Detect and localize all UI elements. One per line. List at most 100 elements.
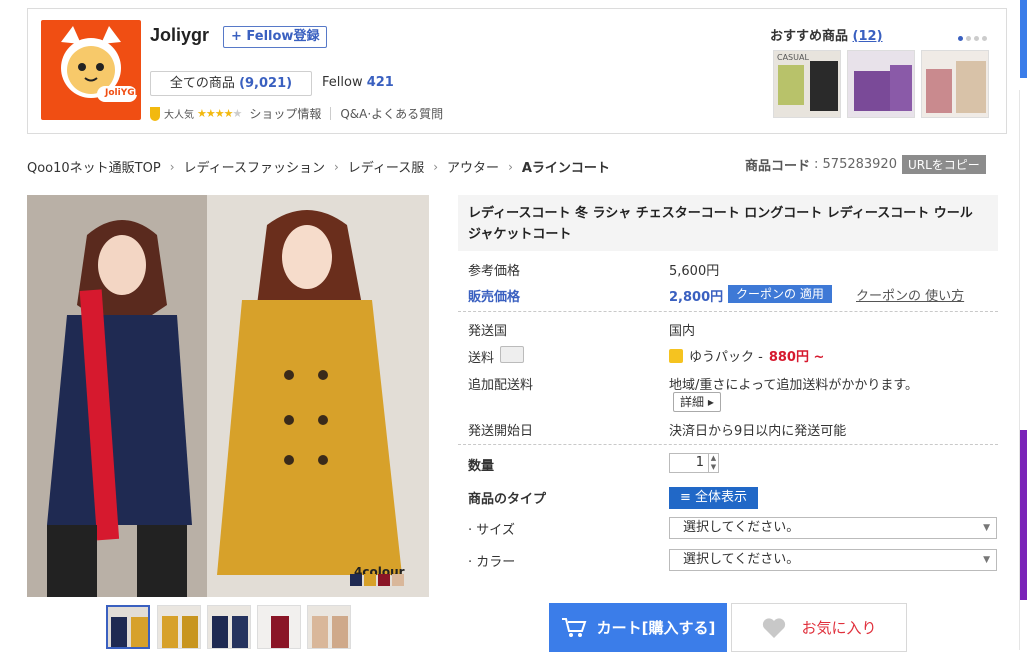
side-banner[interactable] <box>1020 430 1027 600</box>
breadcrumb-item-current[interactable]: Aラインコート <box>522 157 610 176</box>
product-thumbnail[interactable] <box>157 605 201 649</box>
ship-start-label: 発送開始日 <box>468 424 534 439</box>
shop-logo[interactable]: JoliYGR <box>41 20 141 120</box>
quantity-label: 数量 <box>468 459 495 474</box>
colour-swatches <box>350 574 404 586</box>
carousel-dots[interactable] <box>958 36 987 41</box>
product-code-label: 商品コード <box>745 159 811 174</box>
chevron-down-icon: ▼ <box>983 523 990 533</box>
cart-icon <box>561 617 587 637</box>
medal-icon <box>150 106 160 121</box>
product-code: 商品コード : 575283920 URLをコピー <box>745 155 986 174</box>
chevron-down-icon: ▼ <box>983 555 990 565</box>
divider <box>330 107 332 120</box>
fellow-register-button[interactable]: + Fellow登録 <box>223 26 328 48</box>
carousel-dot[interactable] <box>974 36 979 41</box>
ref-price-label: 参考価格 <box>468 264 521 279</box>
divider <box>458 311 998 312</box>
sale-price-label: 販売価格 <box>468 290 521 305</box>
all-items-count: (9,021) <box>239 76 293 91</box>
carousel-dot[interactable] <box>982 36 987 41</box>
shipping-method: ゆうパック - <box>689 350 763 365</box>
ship-country: 国内 <box>669 324 696 339</box>
carousel-dot[interactable] <box>958 36 963 41</box>
shipping-fee: 880円 ~ <box>768 350 825 365</box>
add-to-cart-label: カート[購入する] <box>596 619 716 637</box>
thumbnail-image <box>108 607 148 647</box>
coupon-howto-link[interactable]: クーポンの 使い方 <box>856 285 964 304</box>
favorite-label: お気に入り <box>801 619 877 637</box>
breadcrumb-item[interactable]: レディース服 <box>348 157 424 176</box>
recommend-title-text: おすすめ商品 <box>770 29 849 44</box>
thumbnail-image <box>308 606 350 648</box>
colour-swatch <box>364 574 376 586</box>
carousel-dot[interactable] <box>966 36 971 41</box>
product-thumbnail[interactable] <box>207 605 251 649</box>
shop-header: JoliYGR Joliygr + Fellow登録 全ての商品 (9,021)… <box>27 8 1007 134</box>
divider <box>458 444 998 445</box>
shop-name[interactable]: Joliygr <box>150 25 209 46</box>
recommend-thumb[interactable] <box>847 50 915 118</box>
side-widget-tab[interactable] <box>1020 0 1027 78</box>
package-icon <box>669 348 683 363</box>
recommend-title[interactable]: おすすめ商品 (12) <box>770 25 883 44</box>
shop-logo-mascot <box>61 26 137 102</box>
breadcrumb-item[interactable]: アウター <box>447 157 499 176</box>
product-photo <box>27 195 429 597</box>
recommend-thumb-image <box>922 51 988 117</box>
size-select[interactable]: 選択してください。 ▼ <box>669 517 997 539</box>
product-title: レディースコート 冬 ラシャ チェスターコート ロングコート レディースコート … <box>458 195 998 251</box>
breadcrumb-item[interactable]: Qoo10ネット通販TOP <box>27 157 161 176</box>
colour-swatch <box>378 574 390 586</box>
coupon-apply-button[interactable]: クーポンの 適用 <box>728 285 832 303</box>
product-code-value: : 575283920 <box>814 157 897 172</box>
add-to-cart-button[interactable]: カート[購入する] <box>549 603 727 652</box>
all-items-button[interactable]: 全ての商品 (9,021) <box>150 71 312 96</box>
favorite-button[interactable]: お気に入り <box>731 603 907 652</box>
recommend-count[interactable]: (12) <box>853 29 883 44</box>
colour-swatch <box>350 574 362 586</box>
product-main-image[interactable] <box>27 195 429 597</box>
ref-price: 5,600円 <box>669 264 720 279</box>
shipping-detail-button[interactable]: 詳細 ▸ <box>673 392 721 412</box>
chevron-right-icon: › <box>333 159 339 174</box>
shop-logo-text: JoliYGR <box>105 88 141 98</box>
color-select[interactable]: 選択してください。 ▼ <box>669 549 997 571</box>
shop-rank: 大人気 <box>164 110 194 121</box>
size-label: · サイズ <box>468 523 515 538</box>
view-all-button[interactable]: ≡ 全体表示 <box>669 487 759 509</box>
copy-url-button[interactable]: URLをコピー <box>901 155 986 174</box>
recommend-thumb[interactable] <box>921 50 989 118</box>
extra-shipping-label: 追加配送料 <box>468 378 534 393</box>
recommend-thumb[interactable]: CASUAL <box>773 50 841 118</box>
fellow-number: 421 <box>366 75 394 90</box>
recommend-thumb-image <box>848 51 914 117</box>
thumbnail-image <box>208 606 250 648</box>
recommend-thumb-caption: CASUAL <box>777 53 809 62</box>
all-items-label: 全ての商品 <box>169 76 235 91</box>
breadcrumb: Qoo10ネット通販TOP › レディースファッション › レディース服 › ア… <box>27 157 610 177</box>
stepper-arrows-icon[interactable]: ▲ ▼ <box>708 454 718 472</box>
chevron-right-icon: › <box>433 159 439 174</box>
thumbnail-image <box>258 606 300 648</box>
product-thumbnail[interactable] <box>106 605 150 649</box>
shop-info-link[interactable]: ショップ情報 <box>249 105 321 122</box>
product-thumbnail[interactable] <box>307 605 351 649</box>
colour-swatch <box>392 574 404 586</box>
chevron-right-icon: › <box>169 159 175 174</box>
qa-link[interactable]: Q&A·よくある質問 <box>340 105 443 122</box>
ship-country-label: 発送国 <box>468 324 508 339</box>
extra-shipping-text: 地域/重さによって追加送料がかかります。 <box>669 378 919 393</box>
quantity-input[interactable]: 1 <box>670 454 708 472</box>
heart-icon <box>763 617 786 638</box>
breadcrumb-item[interactable]: レディースファッション <box>184 157 325 176</box>
rating-stars: ★★★★★ <box>197 107 242 120</box>
product-thumbnail[interactable] <box>257 605 301 649</box>
color-select-value: 選択してください。 <box>683 552 800 567</box>
quantity-stepper[interactable]: 1 ▲ ▼ <box>669 453 719 473</box>
shipping-label: 送料 <box>468 351 495 366</box>
sale-price: 2,800円 <box>669 290 724 305</box>
product-type-label: 商品のタイプ <box>468 492 547 507</box>
chevron-right-icon: › <box>508 159 513 174</box>
fellow-count: Fellow 421 <box>322 75 394 90</box>
